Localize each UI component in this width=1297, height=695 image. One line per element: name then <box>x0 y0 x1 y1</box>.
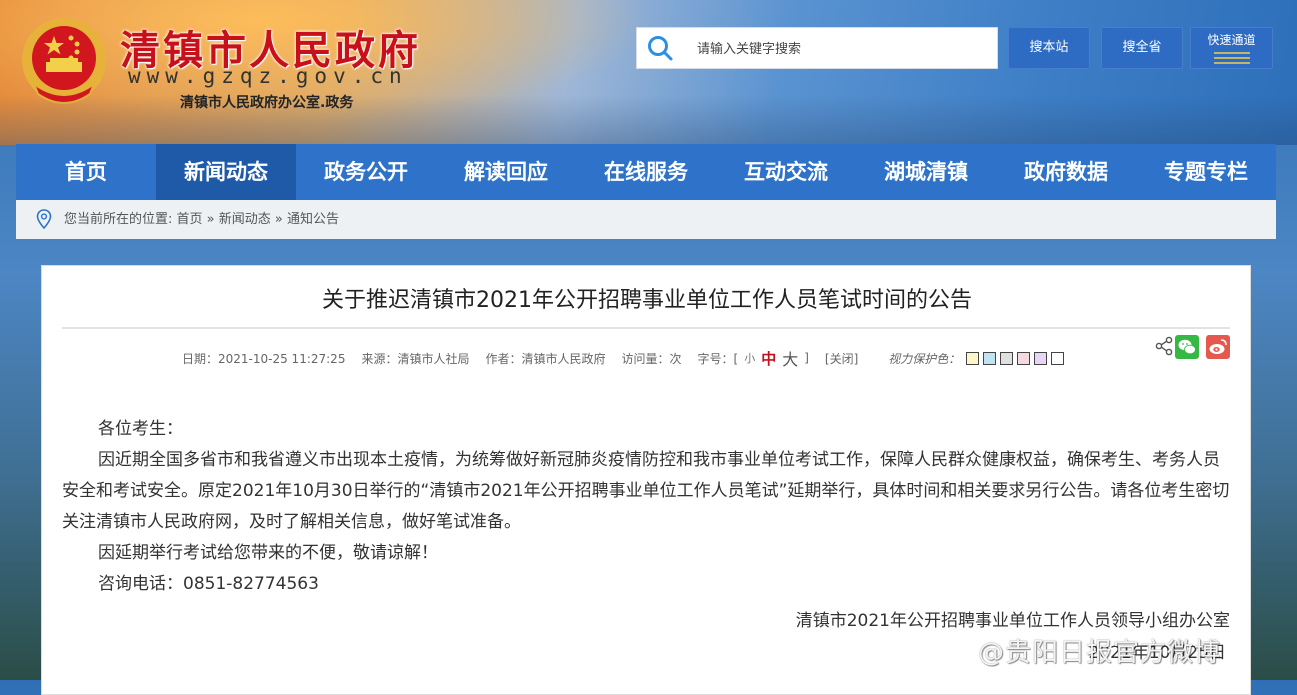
location-pin-icon <box>36 209 52 229</box>
eye-care-swatch-purple[interactable] <box>1034 351 1048 365</box>
watermark-text: @贵阳日报官方微博 <box>978 638 1222 668</box>
search-input[interactable] <box>695 37 989 61</box>
article-body: 各位考生： 因近期全国多省市和我省遵义市出现本土疫情，为统筹做好新冠肺炎疫情防控… <box>62 414 1232 600</box>
eye-care-swatch-white[interactable] <box>1051 351 1065 365</box>
font-size-bracket: ] <box>804 351 809 365</box>
meta-date: 日期：2021-10-25 11:27:25 <box>182 351 346 366</box>
nav-item-online-service[interactable]: 在线服务 <box>576 144 716 200</box>
article-paragraph: 因近期全国多省市和我省遵义市出现本土疫情，为统筹做好新冠肺炎疫情防控和我市事业单… <box>62 450 1230 532</box>
weibo-share-icon[interactable] <box>1206 335 1230 359</box>
nav-item-gov-affairs[interactable]: 政务公开 <box>296 144 436 200</box>
quick-access-button[interactable]: 快速通道 <box>1190 27 1273 69</box>
article-contact: 咨询电话：0851-82774563 <box>98 574 319 594</box>
site-subtitle: 清镇市人民政府办公室.政务 <box>180 95 354 111</box>
font-medium-button[interactable]: 中 <box>761 348 776 369</box>
eye-care-swatch-yellow[interactable] <box>966 351 980 365</box>
national-emblem-icon <box>22 18 106 104</box>
vision-protect-label: 视力保护色： <box>888 351 961 366</box>
title-divider <box>62 327 1230 329</box>
meta-author: 作者：清镇市人民政府 <box>485 351 606 366</box>
font-large-button[interactable]: 大 <box>782 346 798 370</box>
search-province-button[interactable]: 搜全省 <box>1101 27 1183 69</box>
quick-access-label: 快速通道 <box>1207 33 1256 47</box>
wechat-share-icon[interactable] <box>1175 335 1199 359</box>
nav-item-interpretation[interactable]: 解读回应 <box>436 144 576 200</box>
menu-lines-icon <box>1213 52 1250 64</box>
font-size-label: 字号：[ <box>697 351 739 366</box>
nav-item-interaction[interactable]: 互动交流 <box>716 144 856 200</box>
nav-item-lake-city[interactable]: 湖城清镇 <box>856 144 996 200</box>
meta-views: 访问量：次 <box>621 351 682 366</box>
breadcrumb-text: 您当前所在的位置: 首页 » 新闻动态 » 通知公告 <box>64 212 339 227</box>
header-banner: 清镇市人民政府 www.gzqz.gov.cn 清镇市人民政府办公室.政务 搜本… <box>0 0 1297 145</box>
share-icon[interactable] <box>1153 335 1175 357</box>
site-domain: www.gzqz.gov.cn <box>128 64 408 88</box>
article-signature: 清镇市2021年公开招聘事业单位工作人员领导小组办公室 <box>795 611 1230 631</box>
font-small-button[interactable]: 小 <box>744 350 755 366</box>
weibo-watermark: @贵阳日报官方微博 <box>936 632 1221 669</box>
meta-source: 来源：清镇市人社局 <box>361 351 470 366</box>
eye-care-swatch-pink[interactable] <box>1017 351 1031 365</box>
eye-care-swatch-gray[interactable] <box>1000 351 1014 365</box>
nav-item-home[interactable]: 首页 <box>16 144 156 200</box>
nav-item-special[interactable]: 专题专栏 <box>1136 144 1276 200</box>
article-meta: 日期：2021-10-25 11:27:25 来源：清镇市人社局 作者：清镇市人… <box>182 346 1068 370</box>
close-link[interactable]: [关闭] <box>825 350 858 367</box>
main-nav: 首页 新闻动态 政务公开 解读回应 在线服务 互动交流 湖城清镇 政府数据 专题… <box>16 144 1276 200</box>
weibo-logo-icon <box>937 639 971 667</box>
search-box <box>636 27 998 69</box>
article-greeting: 各位考生： <box>98 419 183 439</box>
nav-item-news[interactable]: 新闻动态 <box>156 144 296 200</box>
eye-care-swatch-blue[interactable] <box>983 351 997 365</box>
search-site-button[interactable]: 搜本站 <box>1008 27 1090 69</box>
article-paragraph-apology: 因延期举行考试给您带来的不便，敬请谅解！ <box>98 543 438 563</box>
nav-item-gov-data[interactable]: 政府数据 <box>996 144 1136 200</box>
breadcrumb: 您当前所在的位置: 首页 » 新闻动态 » 通知公告 <box>16 200 1276 239</box>
search-icon <box>648 36 673 61</box>
article-title: 关于推迟清镇市2021年公开招聘事业单位工作人员笔试时间的公告 <box>322 288 972 313</box>
article-panel: 关于推迟清镇市2021年公开招聘事业单位工作人员笔试时间的公告 日期：2021-… <box>41 265 1251 695</box>
